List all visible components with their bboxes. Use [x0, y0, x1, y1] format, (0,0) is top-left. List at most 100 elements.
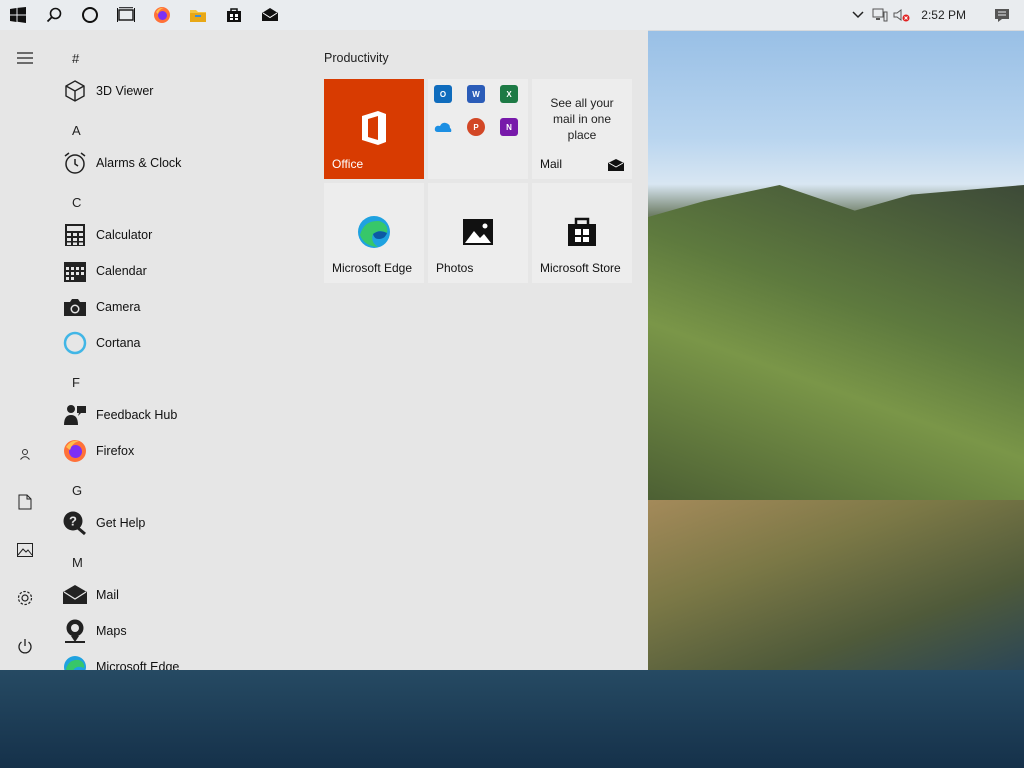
firefox-icon: [154, 7, 170, 23]
expand-menu-button[interactable]: [0, 38, 50, 78]
app-get-help[interactable]: ? Get Help: [62, 505, 302, 541]
pictures-button[interactable]: [0, 530, 50, 570]
mail-tile-text: See all your mail in one place: [550, 96, 614, 142]
volume-muted-icon: [893, 9, 910, 22]
mail-icon: [608, 159, 624, 171]
app-label: Microsoft Edge: [96, 660, 180, 670]
cortana-icon: [82, 7, 98, 23]
tile-photos[interactable]: Photos: [428, 183, 528, 283]
section-header-m[interactable]: M: [72, 555, 83, 570]
task-view-button[interactable]: [108, 0, 144, 30]
camera-icon: [62, 294, 88, 320]
mail-icon: [262, 8, 278, 21]
store-icon: [568, 217, 596, 246]
search-button[interactable]: [36, 0, 72, 30]
start-button[interactable]: [0, 0, 36, 30]
app-maps[interactable]: Maps: [62, 613, 302, 649]
gear-icon: [17, 590, 33, 606]
show-hidden-icons-button[interactable]: [847, 0, 869, 30]
3d-viewer-icon: [62, 78, 88, 104]
app-label: Feedback Hub: [96, 408, 178, 422]
word-icon: W: [467, 85, 485, 103]
tile-label: Office: [332, 157, 364, 171]
app-firefox[interactable]: Firefox: [62, 433, 302, 469]
app-mail[interactable]: Mail: [62, 577, 302, 613]
section-header-f[interactable]: F: [72, 375, 80, 390]
get-help-icon: ?: [62, 510, 88, 536]
tile-group-title[interactable]: Productivity: [324, 51, 389, 65]
file-explorer-icon: [190, 10, 206, 22]
feedback-hub-icon: [62, 402, 88, 428]
taskbar-mail[interactable]: [252, 0, 288, 30]
power-button[interactable]: [0, 626, 50, 666]
app-3d-viewer[interactable]: 3D Viewer: [62, 73, 302, 109]
network-icon: [872, 8, 888, 22]
tile-label: Microsoft Store: [540, 261, 621, 275]
app-label: Cortana: [96, 336, 141, 350]
tile-mail[interactable]: See all your mail in one place Mail: [532, 79, 632, 179]
excel-icon: X: [500, 85, 518, 103]
app-microsoft-edge[interactable]: Microsoft Edge: [62, 649, 302, 670]
chevron-up-icon: [852, 11, 864, 19]
firefox-icon: [62, 438, 88, 464]
taskbar-firefox[interactable]: [144, 0, 180, 30]
tile-microsoft-edge[interactable]: Microsoft Edge: [324, 183, 424, 283]
calculator-icon: [62, 222, 88, 248]
settings-button[interactable]: [0, 578, 50, 618]
office-logo-icon: [362, 111, 386, 145]
notification-icon: [995, 8, 1009, 22]
app-label: Camera: [96, 300, 141, 314]
section-header-a[interactable]: A: [72, 123, 81, 138]
app-label: 3D Viewer: [96, 84, 154, 98]
start-rail: [0, 30, 50, 670]
pinned-tiles: Productivity Office O W X P N See all yo…: [324, 30, 644, 670]
hamburger-icon: [17, 52, 33, 64]
wallpaper-mountains: [648, 185, 1024, 505]
pictures-icon: [17, 543, 33, 557]
app-label: Calendar: [96, 264, 147, 278]
taskbar-clock[interactable]: 2:52 PM: [913, 8, 980, 22]
photos-icon: [463, 219, 493, 245]
wallpaper-sea: [0, 670, 1024, 768]
office-apps-grid: O W X P N: [434, 85, 530, 155]
edge-icon: [358, 216, 390, 248]
svg-text:?: ?: [69, 514, 77, 529]
app-list: # 3D Viewer A Alarms & Clock C Calculato…: [50, 30, 310, 670]
app-camera[interactable]: Camera: [62, 289, 302, 325]
store-icon: [227, 8, 241, 22]
start-menu: # 3D Viewer A Alarms & Clock C Calculato…: [0, 30, 648, 670]
mail-icon: [62, 582, 88, 608]
taskbar-file-explorer[interactable]: [180, 0, 216, 30]
onedrive-icon: [434, 118, 452, 136]
network-button[interactable]: [869, 0, 891, 30]
app-label: Maps: [96, 624, 127, 638]
app-calculator[interactable]: Calculator: [62, 217, 302, 253]
taskbar-store[interactable]: [216, 0, 252, 30]
volume-button[interactable]: [891, 0, 913, 30]
section-header-hash[interactable]: #: [72, 51, 79, 66]
tile-microsoft-store[interactable]: Microsoft Store: [532, 183, 632, 283]
documents-button[interactable]: [0, 482, 50, 522]
action-center-button[interactable]: [980, 0, 1024, 30]
tile-label: Microsoft Edge: [332, 261, 413, 275]
app-calendar[interactable]: Calendar: [62, 253, 302, 289]
app-label: Mail: [96, 588, 119, 602]
section-header-g[interactable]: G: [72, 483, 82, 498]
task-view-icon: [117, 7, 135, 22]
user-icon: [20, 449, 30, 460]
search-icon: [46, 7, 62, 23]
user-account-button[interactable]: [0, 434, 50, 474]
onenote-icon: N: [500, 118, 518, 136]
edge-icon: [62, 654, 88, 670]
tile-office[interactable]: Office: [324, 79, 424, 179]
power-icon: [18, 639, 32, 654]
cortana-button[interactable]: [72, 0, 108, 30]
app-feedback-hub[interactable]: Feedback Hub: [62, 397, 302, 433]
tile-office-apps[interactable]: O W X P N: [428, 79, 528, 179]
app-alarms-clock[interactable]: Alarms & Clock: [62, 145, 302, 181]
wallpaper-coast: [648, 500, 1024, 670]
app-cortana[interactable]: Cortana: [62, 325, 302, 361]
section-header-c[interactable]: C: [72, 195, 81, 210]
maps-icon: [62, 618, 88, 644]
alarm-clock-icon: [62, 150, 88, 176]
